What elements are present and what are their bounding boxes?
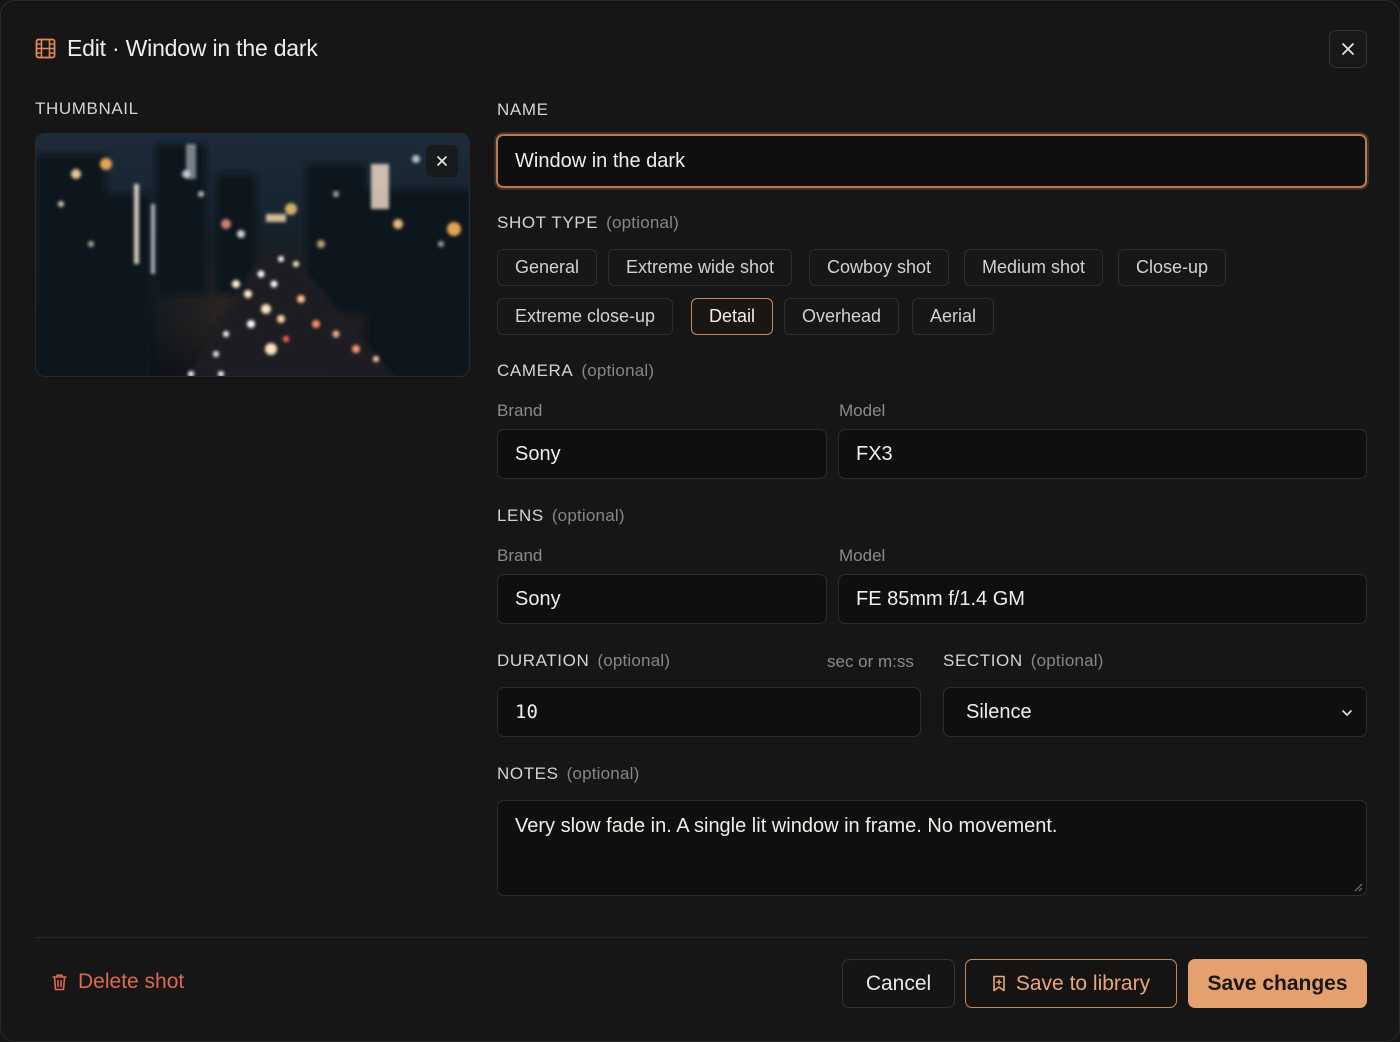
save-changes-label: Save changes <box>1207 971 1348 995</box>
shot-type-extreme-close-up[interactable]: Extreme close-up <box>497 298 674 335</box>
save-to-library-label: Save to library <box>1015 971 1151 995</box>
notes-label: NOTES (optional) <box>497 764 639 784</box>
duration-optional: (optional) <box>597 651 671 670</box>
section-label: SECTION (optional) <box>943 651 1104 671</box>
camera-brand-input[interactable]: Sony <box>497 429 827 479</box>
footer-divider <box>35 937 1367 938</box>
shot-type-general[interactable]: General <box>497 249 598 286</box>
camera-label: CAMERA (optional) <box>497 361 654 381</box>
shot-type-label: SHOT TYPE (optional) <box>497 213 679 233</box>
camera-title: CAMERA <box>497 361 574 380</box>
edit-shot-dialog: Edit · Window in the dark THUMBNAIL NAME… <box>0 0 1400 1042</box>
close-icon <box>1342 43 1354 55</box>
shot-type-extreme-wide[interactable]: Extreme wide shot <box>608 249 793 286</box>
cancel-button[interactable]: Cancel <box>842 959 955 1008</box>
thumbnail-image[interactable] <box>35 133 470 377</box>
section-select[interactable]: Silence <box>943 687 1367 737</box>
shot-type-overhead[interactable]: Overhead <box>784 298 900 335</box>
section-select-value: Silence <box>966 700 1032 723</box>
lens-model-label: Model <box>839 546 886 565</box>
shot-type-aerial[interactable]: Aerial <box>912 298 995 335</box>
save-changes-button[interactable]: Save changes <box>1188 959 1367 1008</box>
section-title: SECTION <box>943 651 1023 670</box>
shot-type-optional: (optional) <box>606 213 680 232</box>
lens-label: LENS (optional) <box>497 506 625 526</box>
camera-brand-label: Brand <box>497 401 543 420</box>
shot-type-cowboy[interactable]: Cowboy shot <box>809 249 950 286</box>
duration-input[interactable]: 10 <box>497 687 921 737</box>
thumbnail-label: THUMBNAIL <box>35 99 139 118</box>
notes-text: Very slow fade in. A single lit window i… <box>515 815 1058 837</box>
shot-type-title: SHOT TYPE <box>497 213 599 232</box>
chevron-down-icon <box>1342 710 1352 716</box>
notes-title: NOTES <box>497 764 559 783</box>
film-icon <box>35 38 56 59</box>
duration-title: DURATION <box>497 651 590 670</box>
name-input[interactable]: Window in the dark <box>496 134 1367 188</box>
shot-type-detail[interactable]: Detail <box>691 298 774 335</box>
notes-optional: (optional) <box>566 764 640 783</box>
duration-label: DURATION (optional) <box>497 651 670 671</box>
shot-type-close-up[interactable]: Close-up <box>1118 249 1227 286</box>
camera-model-input[interactable]: FX3 <box>838 429 1367 479</box>
section-optional: (optional) <box>1030 651 1104 670</box>
save-to-library-button[interactable]: Save to library <box>965 959 1177 1008</box>
lens-model-input[interactable]: FE 85mm f/1.4 GM <box>838 574 1367 624</box>
close-dialog-button[interactable] <box>1329 30 1367 68</box>
camera-optional: (optional) <box>581 361 655 380</box>
delete-shot-label: Delete shot <box>78 970 185 993</box>
shot-type-medium[interactable]: Medium shot <box>964 249 1104 286</box>
lens-optional: (optional) <box>551 506 625 525</box>
camera-model-label: Model <box>839 401 886 420</box>
lens-brand-label: Brand <box>497 546 543 565</box>
city-night-image <box>36 134 469 376</box>
name-label: NAME <box>497 100 549 119</box>
delete-shot-button[interactable]: Delete shot <box>51 970 184 994</box>
notes-textarea[interactable]: Very slow fade in. A single lit window i… <box>497 800 1367 896</box>
lens-brand-input[interactable]: Sony <box>497 574 827 624</box>
trash-icon <box>52 974 67 991</box>
remove-thumbnail-button[interactable] <box>426 145 458 177</box>
cancel-label: Cancel <box>865 971 932 995</box>
close-icon <box>437 156 447 166</box>
dialog-title: Edit · Window in the dark <box>67 35 318 61</box>
lens-title: LENS <box>497 506 544 525</box>
resize-handle-icon[interactable] <box>1353 882 1363 892</box>
bookmark-plus-icon <box>993 975 1005 992</box>
duration-hint: sec or m:ss <box>827 652 914 671</box>
